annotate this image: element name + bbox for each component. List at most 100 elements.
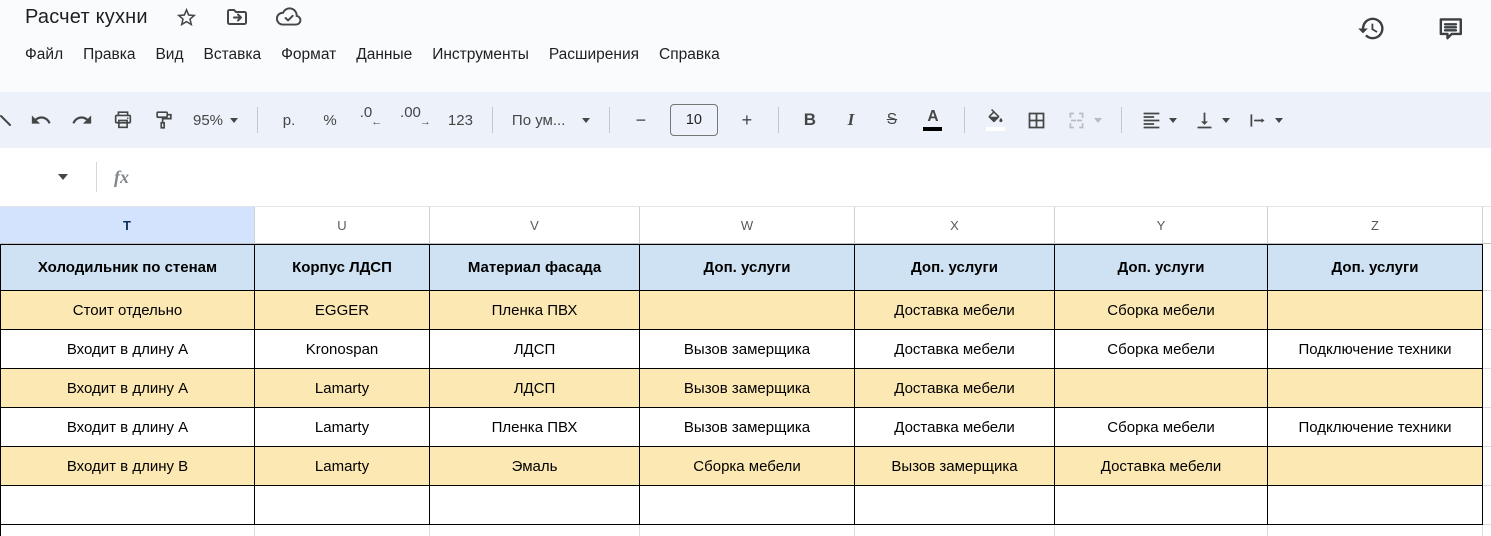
table-row: Входит в длину ВLamartyЭмальСборка мебел…	[0, 447, 1491, 486]
data-cell[interactable]: Эмаль	[430, 447, 640, 486]
comments-icon[interactable]	[1436, 14, 1465, 48]
fx-icon[interactable]: fx	[114, 167, 129, 188]
data-cell[interactable]	[855, 486, 1055, 525]
column-header-W[interactable]: W	[640, 207, 855, 243]
data-cell[interactable]: Lamarty	[255, 447, 430, 486]
data-cell[interactable]: Стоит отдельно	[0, 291, 255, 330]
data-cell[interactable]: Подключение техники	[1268, 330, 1483, 369]
paint-format-button[interactable]	[152, 104, 176, 136]
data-cell[interactable]	[0, 486, 255, 525]
column-header-X[interactable]: X	[855, 207, 1055, 243]
document-title[interactable]: Расчет кухни	[25, 6, 148, 29]
header-cell[interactable]: Доп. услуги	[640, 244, 855, 291]
data-cell[interactable]	[1268, 291, 1483, 330]
data-cell[interactable]: Вызов замерщика	[640, 369, 855, 408]
text-wrapping-button[interactable]	[1247, 104, 1283, 136]
cloud-saved-icon[interactable]	[276, 6, 302, 28]
menu-item-file[interactable]: Файл	[15, 43, 73, 67]
data-cell[interactable]: Вызов замерщика	[640, 330, 855, 369]
font-size-input[interactable]: 10	[670, 104, 718, 136]
header-cell[interactable]: Доп. услуги	[855, 244, 1055, 291]
column-header-V[interactable]: V	[430, 207, 640, 243]
data-cell[interactable]: Доставка мебели	[1055, 447, 1268, 486]
data-cell[interactable]	[640, 486, 855, 525]
data-cell[interactable]: Lamarty	[255, 369, 430, 408]
data-cell[interactable]	[640, 291, 855, 330]
number-format-button[interactable]: 123	[448, 104, 473, 136]
zoom-control[interactable]: 95%	[193, 104, 238, 136]
bold-button[interactable]: B	[798, 104, 822, 136]
font-name-selector[interactable]: По ум...	[512, 104, 590, 136]
data-cell[interactable]: Входит в длину А	[0, 330, 255, 369]
data-cell[interactable]: Входит в длину А	[0, 408, 255, 447]
data-cell[interactable]	[430, 486, 640, 525]
data-cell[interactable]: Lamarty	[255, 408, 430, 447]
fill-color-button[interactable]	[984, 104, 1008, 136]
toolbar-divider	[257, 107, 258, 133]
data-cell[interactable]: ЛДСП	[430, 330, 640, 369]
data-cell[interactable]: Вызов замерщика	[640, 408, 855, 447]
redo-button[interactable]	[70, 104, 94, 136]
data-cell[interactable]: EGGER	[255, 291, 430, 330]
header-cell[interactable]: Материал фасада	[430, 244, 640, 291]
borders-button[interactable]	[1025, 104, 1049, 136]
data-cell[interactable]: Входит в длину А	[0, 369, 255, 408]
data-cell[interactable]: Вызов замерщика	[855, 447, 1055, 486]
menu-item-extensions[interactable]: Расширения	[539, 43, 649, 67]
column-header-T[interactable]: T	[0, 207, 255, 243]
menu-item-edit[interactable]: Правка	[73, 43, 145, 67]
data-cell[interactable]: Сборка мебели	[1055, 291, 1268, 330]
header-cell[interactable]: Доп. услуги	[1055, 244, 1268, 291]
column-header-U[interactable]: U	[255, 207, 430, 243]
header-cell[interactable]: Доп. услуги	[1268, 244, 1483, 291]
name-box-chevron-icon[interactable]	[58, 174, 68, 180]
menu-item-insert[interactable]: Вставка	[194, 43, 272, 67]
data-cell[interactable]	[1055, 486, 1268, 525]
menu-item-view[interactable]: Вид	[145, 43, 193, 67]
star-icon[interactable]	[175, 6, 198, 29]
menu-item-format[interactable]: Формат	[271, 43, 346, 67]
horizontal-align-button[interactable]	[1141, 104, 1177, 136]
italic-button[interactable]: I	[839, 104, 863, 136]
merge-cells-button[interactable]	[1066, 104, 1102, 136]
print-button[interactable]	[111, 104, 135, 136]
data-cell[interactable]	[1268, 369, 1483, 408]
data-cell[interactable]	[255, 486, 430, 525]
data-cell[interactable]: Доставка мебели	[855, 330, 1055, 369]
menu-item-help[interactable]: Справка	[649, 43, 730, 67]
data-cell[interactable]: Доставка мебели	[855, 369, 1055, 408]
data-cell[interactable]: Пленка ПВХ	[430, 291, 640, 330]
data-cell[interactable]: Kronospan	[255, 330, 430, 369]
data-cell[interactable]	[1268, 447, 1483, 486]
data-cell[interactable]: Входит в длину В	[0, 447, 255, 486]
decrease-font-size-button[interactable]: −	[629, 104, 653, 136]
decrease-decimals-button[interactable]: .0 ←	[359, 104, 383, 136]
table-row: Входит в длину АLamartyЛДСПВызов замерщи…	[0, 369, 1491, 408]
percent-format-button[interactable]: %	[318, 104, 342, 136]
data-cell[interactable]: ЛДСП	[430, 369, 640, 408]
column-header-Y[interactable]: Y	[1055, 207, 1268, 243]
move-to-folder-icon[interactable]	[225, 5, 249, 29]
text-color-button[interactable]: A	[921, 104, 945, 136]
strikethrough-button[interactable]: S	[880, 104, 904, 136]
increase-decimals-button[interactable]: .00 →	[400, 104, 431, 136]
version-history-icon[interactable]	[1357, 14, 1386, 48]
data-cell[interactable]: Подключение техники	[1268, 408, 1483, 447]
data-cell[interactable]: Пленка ПВХ	[430, 408, 640, 447]
currency-format-button[interactable]: p.	[277, 104, 301, 136]
undo-button[interactable]	[29, 104, 53, 136]
header-cell[interactable]: Холодильник по стенам	[0, 244, 255, 291]
vertical-align-button[interactable]	[1194, 104, 1230, 136]
data-cell[interactable]: Сборка мебели	[1055, 330, 1268, 369]
column-header-Z[interactable]: Z	[1268, 207, 1483, 243]
data-cell[interactable]	[1055, 369, 1268, 408]
increase-font-size-button[interactable]: +	[735, 104, 759, 136]
data-cell[interactable]: Доставка мебели	[855, 408, 1055, 447]
header-cell[interactable]: Корпус ЛДСП	[255, 244, 430, 291]
data-cell[interactable]: Доставка мебели	[855, 291, 1055, 330]
data-cell[interactable]: Сборка мебели	[640, 447, 855, 486]
menu-item-data[interactable]: Данные	[346, 43, 422, 67]
data-cell[interactable]: Сборка мебели	[1055, 408, 1268, 447]
data-cell[interactable]	[1268, 486, 1483, 525]
menu-item-tools[interactable]: Инструменты	[422, 43, 539, 67]
